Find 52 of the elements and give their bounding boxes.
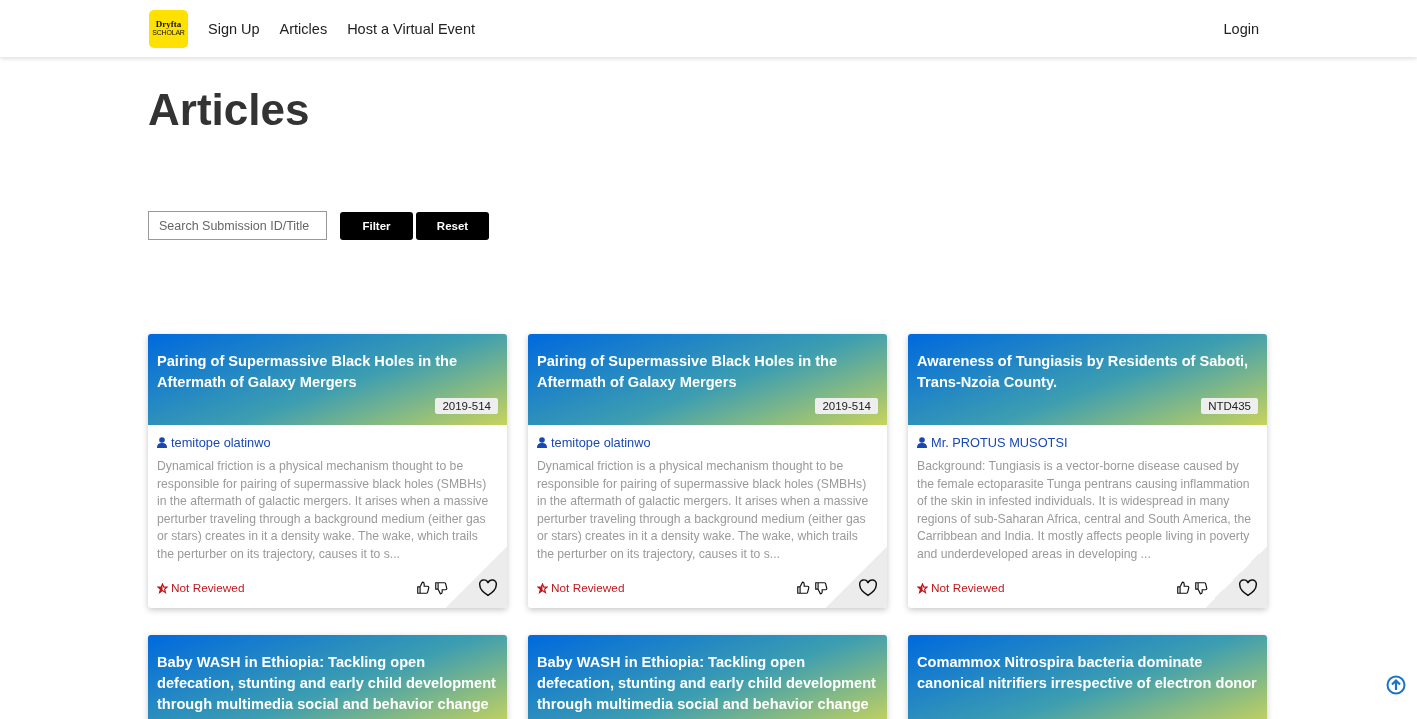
status-text: Not Reviewed [171,581,245,595]
star-icon [537,582,548,594]
status-text: Not Reviewed [931,581,1005,595]
heart-icon[interactable] [858,579,878,597]
heart-icon[interactable] [1238,579,1258,597]
page-title: Articles [148,85,311,135]
author-link[interactable]: temitope olatinwo [157,435,498,450]
user-icon [917,437,927,448]
author-name: temitope olatinwo [551,435,651,450]
thumbs-down-icon[interactable] [814,581,828,595]
heart-icon[interactable] [478,579,498,597]
article-title: Baby WASH in Ethiopia: Tackling open defecation, stunting and early child development through multimedia social and behavior change [157,653,497,714]
star-icon [917,582,928,594]
reset-button[interactable]: Reset [416,211,489,240]
author-link[interactable]: Mr. PROTUS MUSOTSI [917,435,1258,450]
article-card[interactable]: Baby WASH in Ethiopia: Tackling open defecation, stunting and early child development through multimedia social and behavior change [148,635,507,719]
author-name: Mr. PROTUS MUSOTSI [931,435,1068,450]
article-card[interactable]: Comammox Nitrospira bacteria dominate canonical nitrifiers irrespective of electron donor [908,635,1267,719]
submission-id: NTD435 [1201,398,1258,414]
author-link[interactable]: temitope olatinwo [537,435,878,450]
article-title: Baby WASH in Ethiopia: Tackling open defecation, stunting and early child development through multimedia social and behavior change [537,653,877,714]
search-field[interactable]: Search Submission ID/Title [148,211,327,240]
nav-link[interactable]: Articles [279,20,328,37]
article-title: Comammox Nitrospira bacteria dominate canonical nitrifiers irrespective of electron donor [917,653,1258,693]
thumbs-up-icon[interactable] [1176,581,1190,595]
thumbs-down-icon[interactable] [434,581,448,595]
scroll-up-icon[interactable] [1386,675,1406,695]
logo-name: Dryfta [155,19,182,29]
article-abstract: Dynamical friction is a physical mechanism thought to be responsible for pairing of supermassive black holes (SMBHs) in the aftermath of galactic mergers. It arises when a massive perturber traveling through a background medium (either gas or stars) creates in it a density wake. The wake, which trails the perturber on its trajectory, causes it to s... [537,458,870,563]
thumbs-up-icon[interactable] [416,581,430,595]
article-abstract: Dynamical friction is a physical mechanism thought to be responsible for pairing of supermassive black holes (SMBHs) in the aftermath of galactic mergers. It arises when a massive perturber traveling through a background medium (either gas or stars) creates in it a density wake. The wake, which trails the perturber on its trajectory, causes it to s... [157,458,490,563]
article-title: Pairing of Supermassive Black Holes in the Aftermath of Galaxy Mergers [537,352,839,392]
login-link[interactable]: Login [1223,20,1259,37]
user-icon [537,437,547,448]
user-icon [157,437,167,448]
article-card[interactable] [148,334,507,608]
thumbs-down-icon[interactable] [1194,581,1208,595]
status-text: Not Reviewed [551,581,625,595]
filter-button[interactable]: Filter [340,211,413,240]
star-icon [157,582,168,594]
author-name: temitope olatinwo [171,435,271,450]
nav-link[interactable]: Host a Virtual Event [347,20,476,37]
article-card[interactable] [908,334,1267,608]
article-abstract: Background: Tungiasis is a vector-borne disease caused by the female ectoparasite Tunga pentrans causing inflammation of the skin in infested individuals. It is widespread in many regions of sub-Saharan Africa, central and South America, the Carribbean and India. It mostly affects people living in poverty and underdeveloped areas in developing ... [917,458,1252,563]
submission-id: 2019-514 [815,398,878,414]
article-title: Pairing of Supermassive Black Holes in the Aftermath of Galaxy Mergers [157,352,459,392]
article-card[interactable]: Baby WASH in Ethiopia: Tackling open defecation, stunting and early child development through multimedia social and behavior change [528,635,887,719]
article-title: Awareness of Tungiasis by Residents of Saboti, Trans-Nzoia County. [917,352,1250,392]
article-card[interactable] [528,334,887,608]
nav-link[interactable]: Sign Up [208,20,260,37]
thumbs-up-icon[interactable] [796,581,810,595]
submission-id: 2019-514 [435,398,498,414]
